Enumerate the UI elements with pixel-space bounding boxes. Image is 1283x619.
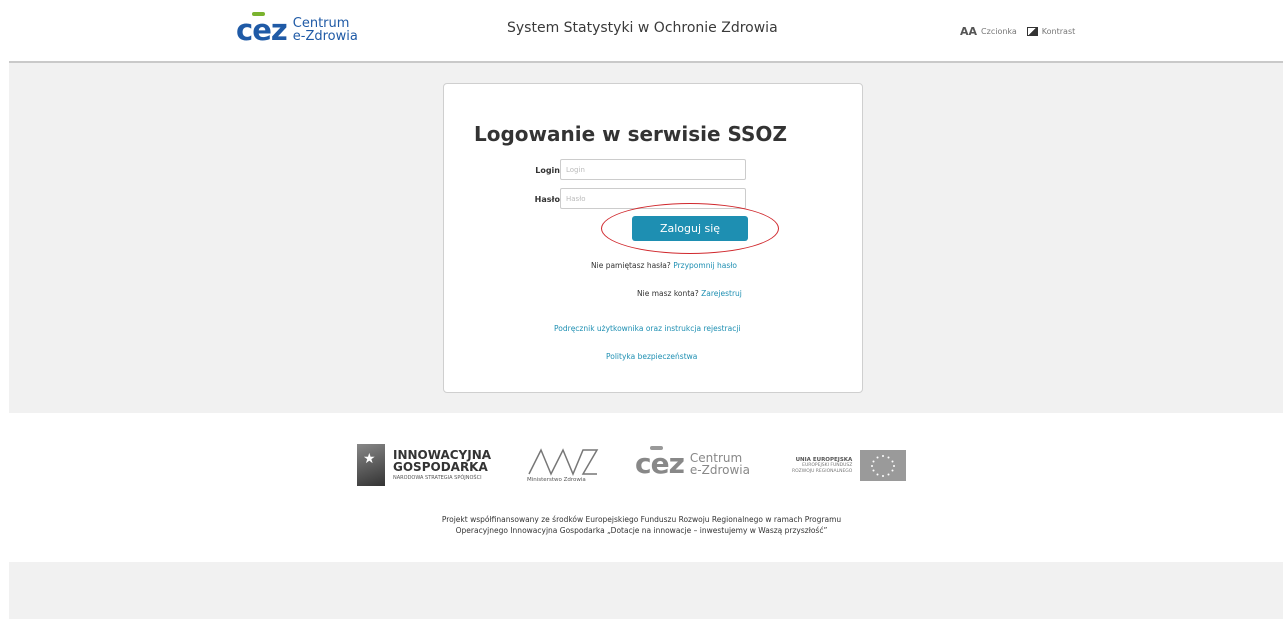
accessibility-controls: AA Czcionka Kontrast bbox=[960, 25, 1075, 38]
login-label: Login bbox=[535, 166, 560, 175]
project-line-1: Projekt współfinansowany ze środków Euro… bbox=[441, 515, 842, 524]
security-policy-link[interactable]: Polityka bezpieczeństwa bbox=[606, 352, 697, 361]
login-title: Logowanie w serwisie SSOZ bbox=[474, 122, 787, 146]
eu-stars-icon bbox=[871, 454, 896, 477]
ue-line-3: ROZWOJU REGIONALNEGO bbox=[792, 468, 853, 474]
cez-logo-mark: cez bbox=[236, 11, 288, 47]
ue-line-1: UNIA EUROPEJSKA bbox=[795, 456, 853, 463]
ig-line-2: GOSPODARKA bbox=[393, 460, 488, 474]
font-size-link[interactable]: Czcionka bbox=[981, 27, 1017, 36]
footer: ★ INNOWACYJNA GOSPODARKA NARODOWA STRATE… bbox=[0, 413, 1283, 563]
system-title: System Statystyki w Ochronie Zdrowia bbox=[507, 20, 778, 36]
forgot-password-line: Nie pamiętasz hasła? Przypomnij hasło bbox=[591, 261, 737, 270]
user-manual-link[interactable]: Podręcznik użytkownika oraz instrukcja r… bbox=[554, 324, 741, 333]
cez-footer-line-2: e-Zdrowia bbox=[689, 463, 750, 477]
mz-label: Ministerstwo Zdrowia bbox=[527, 477, 586, 483]
cez-footer-logo: cez Centrum e-Zdrowia bbox=[635, 446, 750, 480]
contrast-link[interactable]: Kontrast bbox=[1042, 27, 1075, 36]
eu-flag-icon bbox=[860, 450, 907, 481]
logo-accent bbox=[252, 11, 265, 16]
bottom-band bbox=[9, 562, 1283, 619]
mz-logo-icon bbox=[528, 448, 599, 476]
cez-logo[interactable]: cez Centrum e-Zdrowia bbox=[236, 11, 358, 47]
project-funding-note: Projekt współfinansowany ze środków Euro… bbox=[0, 514, 1283, 536]
logo-accent bbox=[650, 446, 663, 450]
star-icon: ★ bbox=[363, 451, 376, 467]
register-link[interactable]: Zarejestruj bbox=[701, 289, 742, 298]
ministerstwo-zdrowia-logo: Ministerstwo Zdrowia bbox=[527, 444, 599, 483]
register-line: Nie masz konta? Zarejestruj bbox=[637, 289, 742, 298]
unia-europejska-logo: UNIA EUROPEJSKA EUROPEJSKI FUNDUSZ ROZWO… bbox=[792, 450, 907, 481]
login-button[interactable]: Zaloguj się bbox=[632, 216, 748, 241]
ig-line-3: NARODOWA STRATEGIA SPÓJNOŚCI bbox=[393, 475, 482, 481]
ig-flag-icon: ★ bbox=[357, 444, 385, 486]
partner-logos: ★ INNOWACYJNA GOSPODARKA NARODOWA STRATE… bbox=[357, 440, 957, 495]
project-line-2: Operacyjnego Innowacyjna Gospodarka „Dot… bbox=[455, 526, 828, 535]
forgot-password-prefix: Nie pamiętasz hasła? bbox=[591, 261, 671, 270]
header: cez Centrum e-Zdrowia System Statystyki … bbox=[0, 0, 1283, 62]
password-input[interactable] bbox=[560, 188, 746, 209]
password-label: Hasło bbox=[534, 195, 560, 204]
forgot-password-link[interactable]: Przypomnij hasło bbox=[673, 261, 737, 270]
contrast-icon[interactable] bbox=[1026, 27, 1038, 36]
innowacyjna-gospodarka-logo: ★ INNOWACYJNA GOSPODARKA NARODOWA STRATE… bbox=[357, 444, 491, 486]
register-prefix: Nie masz konta? bbox=[637, 289, 699, 298]
logo-text: Centrum e-Zdrowia bbox=[293, 17, 358, 43]
cez-footer-mark: cez bbox=[635, 446, 685, 480]
login-input[interactable] bbox=[560, 159, 746, 180]
logo-line-2: e-Zdrowia bbox=[292, 29, 358, 44]
font-size-icon[interactable]: AA bbox=[960, 25, 977, 38]
login-card: Logowanie w serwisie SSOZ Login Hasło Za… bbox=[443, 83, 863, 393]
